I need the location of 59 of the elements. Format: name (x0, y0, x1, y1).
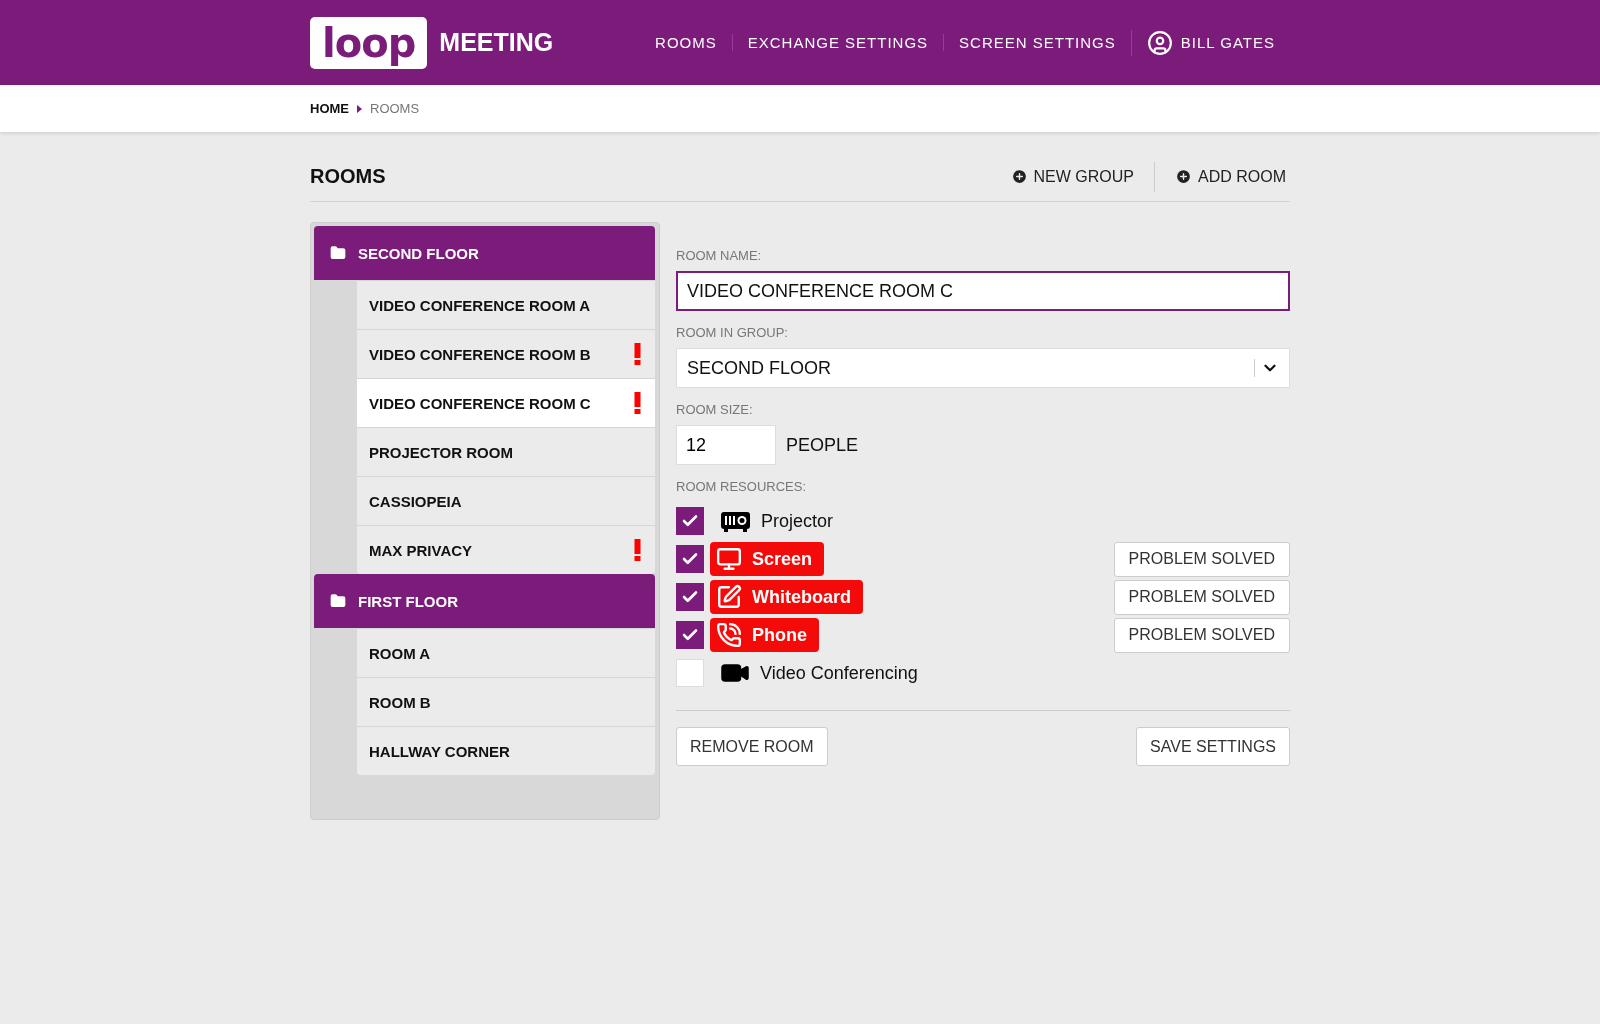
page-title: ROOMS (310, 165, 386, 188)
room-item[interactable]: HALLWAY CORNER (357, 726, 655, 775)
room-name-field[interactable]: VIDEO CONFERENCE ROOM C (676, 271, 1290, 311)
chevron-icon (357, 104, 362, 113)
room-item[interactable]: MAX PRIVACY (357, 525, 655, 574)
save-button[interactable]: SAVE SETTINGS (1136, 727, 1290, 766)
room-name: VIDEO CONFERENCE ROOM C (369, 394, 591, 412)
pencil-square-icon (716, 584, 742, 610)
problem-solved-button[interactable]: PROBLEM SOLVED (1113, 579, 1290, 615)
problem-solved-button[interactable]: PROBLEM SOLVED (1113, 541, 1290, 577)
group-select[interactable]: SECOND FLOOR (676, 348, 1290, 388)
group-header[interactable]: FIRST FLOOR (314, 574, 655, 628)
projector-icon (720, 509, 751, 533)
user-menu[interactable]: BILL GATES (1130, 29, 1290, 56)
breadcrumb-link[interactable]: HOME (310, 101, 349, 116)
folder-icon (330, 593, 346, 609)
phone-icon (716, 622, 742, 648)
room-name: CASSIOPEIA (369, 492, 462, 510)
folder-icon (330, 245, 346, 261)
room-name: VIDEO CONFERENCE ROOM B (369, 345, 591, 363)
logo[interactable]: loop (310, 16, 428, 69)
checkbox[interactable] (676, 545, 704, 573)
product-name: MEETING (439, 28, 554, 57)
resource-label: Projector (761, 510, 834, 532)
monitor-icon (716, 546, 742, 572)
field-label: ROOM RESOURCES: (676, 479, 807, 494)
room-name: PROJECTOR ROOM (369, 443, 513, 461)
nav-link[interactable]: SCREEN SETTINGS (943, 34, 1131, 51)
problem-solved-button[interactable]: PROBLEM SOLVED (1113, 617, 1290, 653)
room-item[interactable]: VIDEO CONFERENCE ROOM C (357, 378, 655, 427)
checkbox[interactable] (676, 583, 704, 611)
field-label: ROOM SIZE: (676, 402, 754, 417)
nav-link[interactable]: ROOMS (640, 34, 732, 51)
remove-button[interactable]: REMOVE ROOM (676, 727, 828, 766)
room-name: VIDEO CONFERENCE ROOM A (369, 296, 591, 314)
field-label: ROOM NAME: (676, 248, 763, 263)
room-name: HALLWAY CORNER (369, 742, 510, 760)
nav-link[interactable]: EXCHANGE SETTINGS (731, 34, 944, 51)
group-name: SECOND FLOOR (358, 244, 479, 262)
room-size-field[interactable]: 12 (676, 425, 776, 465)
breadcrumb-link[interactable]: ROOMS (370, 101, 420, 116)
problem-tag: Screen (710, 542, 825, 576)
unit-label: PEOPLE (786, 434, 859, 456)
plus-circle-icon (1010, 168, 1028, 185)
checkbox[interactable] (676, 507, 704, 535)
add-button[interactable]: ADD ROOM (1154, 161, 1290, 192)
add-button[interactable]: NEW GROUP (990, 161, 1154, 192)
problem-tag: Whiteboard (710, 580, 863, 614)
room-name: MAX PRIVACY (369, 541, 473, 559)
room-name: ROOM B (369, 693, 431, 711)
user-icon (1146, 29, 1173, 56)
field-label: ROOM IN GROUP: (676, 325, 789, 340)
group-name: FIRST FLOOR (358, 592, 458, 610)
group-header[interactable]: SECOND FLOOR (314, 226, 655, 280)
problem-tag: Phone (710, 618, 819, 652)
plus-circle-icon (1175, 168, 1192, 185)
checkbox[interactable] (676, 621, 704, 649)
room-name: ROOM A (369, 644, 431, 662)
resource-label: Video Conferencing (760, 662, 918, 684)
